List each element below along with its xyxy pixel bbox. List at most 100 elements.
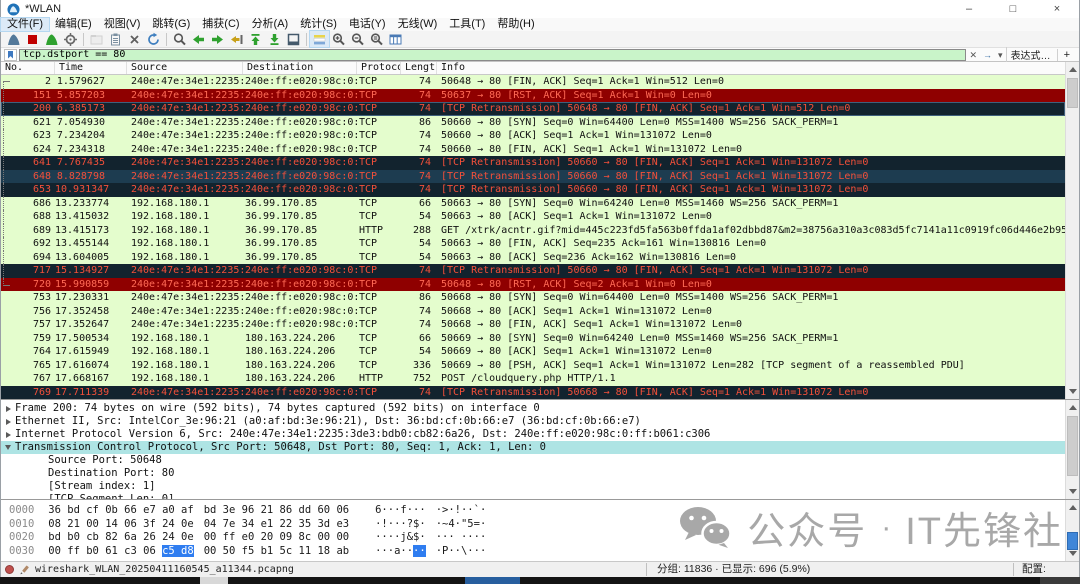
filter-bookmark-icon[interactable] <box>4 49 17 61</box>
scroll-down-icon[interactable] <box>1069 489 1077 494</box>
packet-row[interactable]: 623 7.234204 240e:47e:34e1:2235:… 240e:f… <box>1 129 1065 143</box>
autoscroll-icon[interactable] <box>284 31 303 47</box>
filter-add-button[interactable]: + <box>1057 49 1076 61</box>
menu-item[interactable]: 视图(V) <box>98 18 147 31</box>
close-file-icon[interactable] <box>125 31 144 47</box>
minimize-button[interactable]: – <box>947 0 991 18</box>
column-header-proto[interactable]: Protocol <box>357 62 401 74</box>
open-file-icon[interactable] <box>87 31 106 47</box>
expand-arrow-icon[interactable] <box>1 406 15 412</box>
reload-icon[interactable] <box>144 31 163 47</box>
restart-capture-icon[interactable] <box>42 31 61 47</box>
display-filter-input[interactable] <box>19 49 966 61</box>
packet-row[interactable]: 759 17.500534 192.168.180.1 180.163.224.… <box>1 332 1065 346</box>
packet-row[interactable]: 200 6.385173 240e:47e:34e1:2235:… 240e:f… <box>1 102 1065 116</box>
scroll-thumb[interactable] <box>1067 416 1078 476</box>
maximize-button[interactable]: □ <box>991 0 1035 18</box>
expression-button[interactable]: 表达式… <box>1006 47 1057 62</box>
close-button[interactable]: × <box>1035 0 1079 18</box>
go-forward-icon[interactable] <box>208 31 227 47</box>
colorize-icon[interactable] <box>310 31 329 47</box>
scroll-thumb[interactable] <box>1067 78 1078 108</box>
go-top-icon[interactable] <box>246 31 265 47</box>
detail-line[interactable]: Source Port: 50648 <box>1 454 1065 467</box>
go-to-packet-icon[interactable] <box>227 31 246 47</box>
column-header-src[interactable]: Source <box>127 62 243 74</box>
hex-row[interactable]: 000036 bd cf 0b 66 e7 a0 afbd 3e 96 21 8… <box>9 504 486 518</box>
detail-line[interactable]: Internet Protocol Version 6, Src: 240e:4… <box>1 428 1065 441</box>
packet-row[interactable]: 769 17.711339 240e:47e:34e1:2235:… 240e:… <box>1 386 1065 400</box>
menu-item[interactable]: 电话(Y) <box>343 18 392 31</box>
menu-item[interactable]: 帮助(H) <box>491 18 540 31</box>
column-header-len[interactable]: Length <box>401 62 437 74</box>
menu-item[interactable]: 工具(T) <box>443 18 491 31</box>
filter-clear-icon[interactable]: ✕ <box>966 49 980 61</box>
capture-comment-icon[interactable] <box>19 564 30 575</box>
packet-row[interactable]: 756 17.352458 240e:47e:34e1:2235:… 240e:… <box>1 305 1065 319</box>
expert-info-icon[interactable] <box>5 565 14 574</box>
packet-row[interactable]: 765 17.616074 192.168.180.1 180.163.224.… <box>1 359 1065 373</box>
go-back-icon[interactable] <box>189 31 208 47</box>
menu-item[interactable]: 分析(A) <box>246 18 295 31</box>
packet-row[interactable]: 151 5.857203 240e:47e:34e1:2235:… 240e:f… <box>1 89 1065 103</box>
scroll-thumb[interactable] <box>1067 532 1078 550</box>
packet-row[interactable]: 2 1.579627 240e:47e:34e1:2235:… 240e:ff:… <box>1 75 1065 89</box>
detail-line[interactable]: [Stream index: 1] <box>1 480 1065 493</box>
detail-line[interactable]: Transmission Control Protocol, Src Port:… <box>1 441 1065 454</box>
scroll-down-icon[interactable] <box>1069 551 1077 556</box>
menu-item[interactable]: 无线(W) <box>392 18 444 31</box>
packet-row[interactable]: 694 13.604005 192.168.180.1 36.99.170.85… <box>1 251 1065 265</box>
stop-capture-icon[interactable] <box>23 31 42 47</box>
zoom-out-icon[interactable] <box>348 31 367 47</box>
expand-arrow-icon[interactable] <box>1 445 15 450</box>
hex-row[interactable]: 003000 ff b0 61 c3 06 c5 d800 50 f5 b1 5… <box>9 545 486 559</box>
scroll-up-icon[interactable] <box>1069 405 1077 410</box>
detail-line[interactable]: Destination Port: 80 <box>1 467 1065 480</box>
hex-scrollbar[interactable] <box>1065 500 1079 561</box>
column-header-dst[interactable]: Destination <box>243 62 357 74</box>
menu-item[interactable]: 文件(F) <box>1 18 49 31</box>
packet-row[interactable]: 653 10.931347 240e:47e:34e1:2235:… 240e:… <box>1 183 1065 197</box>
details-scrollbar[interactable] <box>1065 400 1079 499</box>
go-bottom-icon[interactable] <box>265 31 284 47</box>
detail-line[interactable]: Frame 200: 74 bytes on wire (592 bits), … <box>1 402 1065 415</box>
scroll-down-icon[interactable] <box>1069 389 1077 394</box>
resize-columns-icon[interactable] <box>386 31 405 47</box>
expand-arrow-icon[interactable] <box>1 432 15 438</box>
menu-item[interactable]: 编辑(E) <box>49 18 98 31</box>
packet-row[interactable]: 641 7.767435 240e:47e:34e1:2235:… 240e:f… <box>1 156 1065 170</box>
packet-row[interactable]: 648 8.828798 240e:47e:34e1:2235:… 240e:f… <box>1 170 1065 184</box>
save-file-icon[interactable] <box>106 31 125 47</box>
profile-label[interactable]: 配置: Default <box>1013 563 1079 576</box>
packet-row[interactable]: 624 7.234318 240e:47e:34e1:2235:… 240e:f… <box>1 143 1065 157</box>
packet-row[interactable]: 689 13.415173 192.168.180.1 36.99.170.85… <box>1 224 1065 238</box>
start-capture-icon[interactable] <box>4 31 23 47</box>
capture-options-icon[interactable] <box>61 31 80 47</box>
hex-row[interactable]: 0020bd b0 cb 82 6a 26 24 0e00 ff e0 20 0… <box>9 531 486 545</box>
detail-line[interactable]: Ethernet II, Src: IntelCor_3e:96:21 (a0:… <box>1 415 1065 428</box>
find-packet-icon[interactable] <box>170 31 189 47</box>
packet-row[interactable]: 757 17.352647 240e:47e:34e1:2235:… 240e:… <box>1 318 1065 332</box>
zoom-reset-icon[interactable] <box>367 31 386 47</box>
zoom-in-icon[interactable] <box>329 31 348 47</box>
menu-item[interactable]: 统计(S) <box>294 18 343 31</box>
packet-row[interactable]: 753 17.230331 240e:47e:34e1:2235:… 240e:… <box>1 291 1065 305</box>
packet-row[interactable]: 621 7.054930 240e:47e:34e1:2235:… 240e:f… <box>1 116 1065 130</box>
packet-row[interactable]: 764 17.615949 192.168.180.1 180.163.224.… <box>1 345 1065 359</box>
expand-arrow-icon[interactable] <box>1 419 15 425</box>
scroll-up-icon[interactable] <box>1069 505 1077 510</box>
packet-list-scrollbar[interactable] <box>1065 62 1079 399</box>
column-header-time[interactable]: Time <box>55 62 127 74</box>
menu-item[interactable]: 跳转(G) <box>146 18 196 31</box>
packet-row[interactable]: 686 13.233774 192.168.180.1 36.99.170.85… <box>1 197 1065 211</box>
hex-row[interactable]: 001008 21 00 14 06 3f 24 0e04 7e 34 e1 2… <box>9 518 486 532</box>
packet-row[interactable]: 767 17.668167 192.168.180.1 180.163.224.… <box>1 372 1065 386</box>
packet-row[interactable]: 720 15.990859 240e:47e:34e1:2235:… 240e:… <box>1 278 1065 292</box>
filter-dropdown-icon[interactable]: ▾ <box>995 49 1006 61</box>
column-header-info[interactable]: Info <box>437 62 1079 74</box>
filter-apply-icon[interactable]: → <box>980 49 995 61</box>
packet-row[interactable]: 692 13.455144 192.168.180.1 36.99.170.85… <box>1 237 1065 251</box>
packet-row[interactable]: 688 13.415032 192.168.180.1 36.99.170.85… <box>1 210 1065 224</box>
column-header-no[interactable]: No. <box>1 62 55 74</box>
packet-row[interactable]: 717 15.134927 240e:47e:34e1:2235:… 240e:… <box>1 264 1065 278</box>
